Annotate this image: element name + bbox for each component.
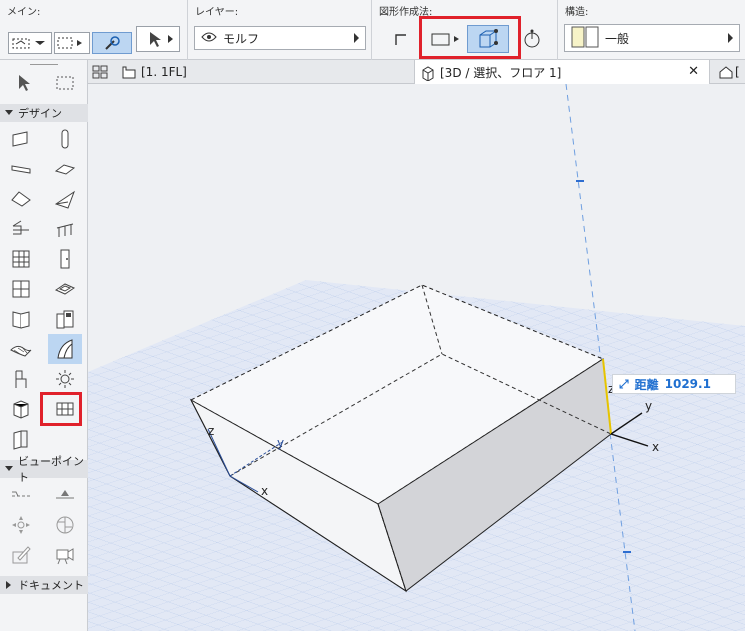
slab-tool[interactable] [50, 156, 80, 182]
main-label: メイン: [7, 7, 41, 18]
morph-tool[interactable] [48, 334, 82, 364]
wall-tool[interactable] [6, 126, 36, 152]
marquee-button[interactable] [54, 32, 90, 54]
roof-tool[interactable] [6, 186, 36, 212]
diagonal-arrow-icon: ⤢ [619, 376, 629, 391]
tab-floor-plan[interactable]: [1. 1FL] [116, 60, 191, 84]
tab-label: [1. 1FL] [141, 65, 187, 79]
structure-dropdown[interactable]: 一般 [564, 24, 740, 52]
curtain-wall-tool[interactable] [6, 246, 36, 272]
grid-element-tool[interactable] [50, 396, 80, 422]
layer-dropdown[interactable]: モルフ [194, 26, 366, 50]
arrow-tool-button[interactable] [136, 26, 180, 52]
structure-value: 一般 [605, 31, 630, 46]
gizmo-y-label: y [645, 399, 653, 413]
section-design-header[interactable]: デザイン [0, 104, 88, 122]
corner-window-tool[interactable] [6, 306, 36, 332]
section-document-header[interactable]: ドキュメント [0, 576, 88, 594]
axis-x-label: x [261, 484, 269, 498]
gizmo-x-label: x [652, 440, 660, 454]
layer-group: レイヤー: モルフ [188, 0, 372, 60]
tab-bar: [1. 1FL] [3D / 選択、フロア 1] ✕ [ [88, 60, 745, 85]
structure-label: 構造: [565, 7, 589, 18]
chevron-right-icon [354, 33, 359, 43]
zone-tool[interactable] [6, 396, 36, 422]
3d-viewport[interactable]: z y x z y x ⤢ 距離 1029.1 [88, 84, 745, 631]
triangle-down-icon [5, 110, 13, 115]
rectangle-method-button[interactable] [427, 28, 465, 50]
skylight-tool[interactable] [50, 276, 80, 302]
detail-tool[interactable] [6, 542, 36, 568]
wall-panel-tool[interactable] [6, 426, 36, 452]
section-label: デザイン [18, 107, 62, 120]
stair-tool[interactable] [6, 216, 36, 242]
layer-label: レイヤー: [195, 7, 239, 18]
chevron-right-icon [728, 33, 733, 43]
elevation-tool[interactable] [50, 482, 80, 508]
window-tool[interactable] [6, 276, 36, 302]
toolbox-grip [30, 64, 58, 65]
marquee-tool[interactable] [50, 70, 80, 96]
wall-end-tool[interactable] [50, 306, 80, 332]
triangle-right-icon [6, 581, 11, 589]
close-icon[interactable]: ✕ [688, 64, 699, 79]
info-box: メイン: レイヤー: モルフ 図形作成法: 構造: 一般 [0, 0, 745, 60]
3d-view-icon [422, 65, 434, 81]
house-icon [719, 66, 733, 79]
section-viewpoint-header[interactable]: ビューポイント [0, 455, 88, 484]
section-label: ビューポイント [18, 455, 84, 484]
beam-tool[interactable] [6, 156, 36, 182]
geometry-method-button[interactable] [8, 32, 52, 54]
tab-3d-view[interactable]: [3D / 選択、フロア 1] ✕ [414, 60, 710, 85]
shell-tool[interactable] [50, 186, 80, 212]
arrow-tool[interactable] [8, 70, 38, 96]
tab-elevation[interactable]: [ [715, 60, 745, 84]
object-tool[interactable] [6, 366, 36, 392]
interior-elevation-tool[interactable] [6, 512, 36, 538]
triangle-down-icon [5, 466, 13, 471]
method-label: 図形作成法: [379, 7, 433, 18]
camera-tool[interactable] [50, 542, 80, 568]
distance-label: 距離 [634, 377, 659, 392]
magic-wand-button[interactable] [92, 32, 132, 54]
eye-icon [201, 31, 217, 45]
method-group: 図形作成法: [372, 0, 558, 60]
axis-z-label: z [208, 424, 215, 438]
floor-plan-icon [122, 66, 136, 79]
rotate-method-button[interactable] [520, 26, 544, 52]
distance-value: 1029.1 [664, 377, 711, 391]
distance-tracker[interactable]: ⤢ 距離 1029.1 [612, 374, 736, 394]
structure-icon [571, 26, 599, 51]
column-tool[interactable] [50, 126, 80, 152]
layer-value: モルフ [223, 31, 260, 46]
section-tool[interactable] [6, 482, 36, 508]
box-method-button[interactable] [467, 25, 509, 53]
tab-grid-view-button[interactable] [92, 60, 114, 84]
structure-group: 構造: 一般 [558, 0, 745, 60]
lamp-tool[interactable] [50, 366, 80, 392]
mesh-tool[interactable] [6, 336, 36, 362]
3d-scene [88, 84, 745, 631]
tab-label: [3D / 選択、フロア 1] [440, 66, 562, 80]
door-tool[interactable] [50, 246, 80, 272]
toolbox: デザイン ビューポイント ドキュメント [0, 60, 88, 631]
section-label: ドキュメント [18, 579, 84, 592]
main-group: メイン: [0, 0, 188, 60]
axis-y-label: y [277, 436, 285, 450]
polyline-method-button[interactable] [390, 28, 412, 50]
worksheet-tool[interactable] [50, 512, 80, 538]
railing-tool[interactable] [50, 216, 80, 242]
